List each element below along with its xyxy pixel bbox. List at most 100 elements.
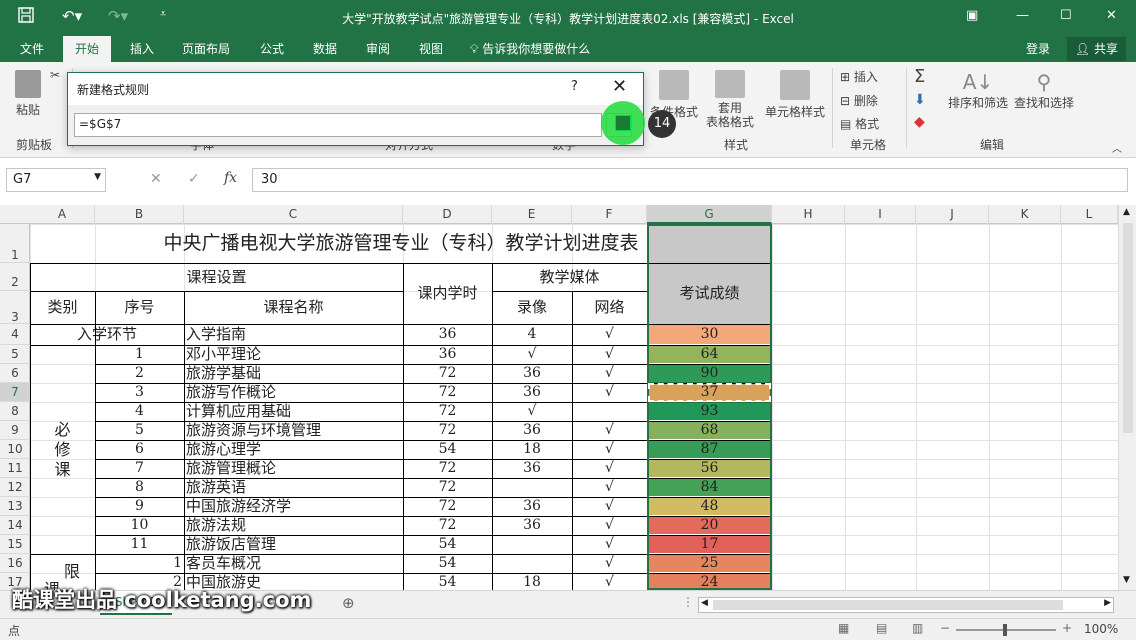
cancel-icon[interactable]: ✕ [150,171,162,187]
column-header-f[interactable]: F [572,205,647,224]
course-name-cell[interactable]: 旅游英语 [184,478,403,497]
share-button[interactable]: 👤︎ 共享 [1066,37,1126,61]
column-header-k[interactable]: K [989,205,1061,224]
hours-cell[interactable]: 72 [403,402,492,421]
clear-icon[interactable]: ◆ [914,114,925,130]
hours-cell[interactable]: 54 [403,554,492,573]
cell-styles-button[interactable]: 单元格样式 [762,70,828,120]
tell-me-box[interactable]: 💡︎ 告诉我你想要做什么 [470,40,590,57]
row-header-9[interactable]: 9 [0,421,30,440]
hours-cell[interactable]: 72 [403,516,492,535]
help-button[interactable]: ? [571,79,578,94]
header-category[interactable]: 类别 [30,291,95,324]
zoom-out-icon[interactable]: − [940,621,950,635]
course-name-cell[interactable]: 旅游饭店管理 [184,535,403,554]
seq-cell[interactable]: 4 [95,402,184,421]
format-cells-button[interactable]: ▤ 格式 [840,115,879,132]
cut-icon[interactable]: ✂ [50,68,60,82]
course-name-cell[interactable]: 中国旅游经济学 [184,497,403,516]
course-name-cell[interactable]: 旅游写作概论 [184,383,403,402]
hours-cell[interactable]: 36 [403,345,492,364]
row-header-8[interactable]: 8 [0,402,30,421]
formula-input[interactable]: 30 [252,168,1128,192]
zoom-level[interactable]: 100% [1084,622,1118,636]
network-cell[interactable]: √ [572,573,647,590]
video-cell[interactable] [492,554,572,573]
course-name-cell[interactable]: 旅游法规 [184,516,403,535]
row-header-15[interactable]: 15 [0,535,30,554]
network-cell[interactable]: √ [572,516,647,535]
tab-view[interactable]: 视图 [417,40,445,57]
scroll-thumb[interactable] [1123,223,1133,433]
row-header-7[interactable]: 7 [0,383,30,402]
collapse-ribbon-icon[interactable]: ︿ [1112,140,1122,155]
scroll-up-icon[interactable]: ▲ [1123,207,1130,217]
page-break-icon[interactable]: ▥ [912,621,923,635]
maximize-icon[interactable]: ☐ [1060,8,1072,23]
header-seq[interactable]: 序号 [95,291,184,324]
video-cell[interactable]: 36 [492,497,572,516]
network-cell[interactable] [572,402,647,421]
tab-page-layout[interactable]: 页面布局 [180,40,232,57]
network-cell[interactable]: √ [572,345,647,364]
seq-cell[interactable]: 2 [95,364,184,383]
header-name[interactable]: 课程名称 [184,291,403,324]
minimize-icon[interactable]: — [1016,8,1029,23]
hours-cell[interactable]: 72 [403,364,492,383]
scroll-right-icon[interactable]: ▶ [1104,598,1111,608]
course-name-cell[interactable]: 邓小平理论 [184,345,403,364]
hours-cell[interactable]: 54 [403,535,492,554]
tab-file[interactable]: 文件 [18,40,46,57]
hscroll-thumb[interactable] [713,600,1063,610]
row-header-10[interactable]: 10 [0,440,30,459]
row-header-16[interactable]: 16 [0,554,30,573]
network-cell[interactable]: √ [572,383,647,402]
close-icon[interactable]: ✕ [1106,8,1117,23]
course-name-cell[interactable]: 入学指南 [184,324,403,345]
column-header-i[interactable]: I [845,205,916,224]
scroll-down-icon[interactable]: ▼ [1123,575,1130,585]
seq-cell[interactable]: 1 [95,345,184,364]
network-cell[interactable]: √ [572,535,647,554]
fill-icon[interactable]: ⬇ [914,92,926,108]
row-header-12[interactable]: 12 [0,478,30,497]
seq-cell[interactable]: 8 [95,478,184,497]
network-cell[interactable]: √ [572,497,647,516]
course-name-cell[interactable]: 旅游心理学 [184,440,403,459]
row-header-1[interactable]: 1 [0,224,30,263]
seq-cell[interactable]: 5 [95,421,184,440]
network-cell[interactable]: √ [572,478,647,497]
video-cell[interactable]: 36 [492,364,572,383]
row-header-11[interactable]: 11 [0,459,30,478]
signin-link[interactable]: 登录 [1026,40,1050,57]
vertical-scrollbar[interactable]: ▲ ▼ [1118,205,1136,590]
header-media[interactable]: 教学媒体 [492,263,647,291]
seq-cell[interactable]: 11 [95,535,184,554]
column-header-c[interactable]: C [184,205,403,224]
header-hours[interactable]: 课内学时 [403,263,492,324]
category-required[interactable]: 必修课 [30,345,95,554]
insert-function-icon[interactable]: fx [224,170,237,186]
network-cell[interactable]: √ [572,459,647,478]
network-cell[interactable]: √ [572,554,647,573]
row-header-5[interactable]: 5 [0,345,30,364]
rule-formula-input[interactable]: =$G$7 [74,113,602,137]
hours-cell[interactable]: 54 [403,440,492,459]
row-header-4[interactable]: 4 [0,324,30,345]
header-course-setup[interactable]: 课程设置 [30,263,403,291]
network-cell[interactable]: √ [572,421,647,440]
hours-cell[interactable]: 72 [403,497,492,516]
column-header-d[interactable]: D [403,205,492,224]
hours-cell[interactable]: 54 [403,573,492,590]
horizontal-scrollbar[interactable]: ◀ ▶ [698,597,1114,613]
column-header-g[interactable]: G [647,205,772,224]
column-header-l[interactable]: L [1061,205,1118,224]
column-header-j[interactable]: J [916,205,989,224]
enter-icon[interactable]: ✓ [188,171,200,187]
video-cell[interactable]: 18 [492,440,572,459]
page-layout-icon[interactable]: ▤ [876,621,887,635]
seq-cell[interactable]: 9 [95,497,184,516]
sort-filter-button[interactable]: A↓ 排序和筛选 [946,70,1010,111]
tab-insert[interactable]: 插入 [128,40,156,57]
course-name-cell[interactable]: 旅游资源与环境管理 [184,421,403,440]
